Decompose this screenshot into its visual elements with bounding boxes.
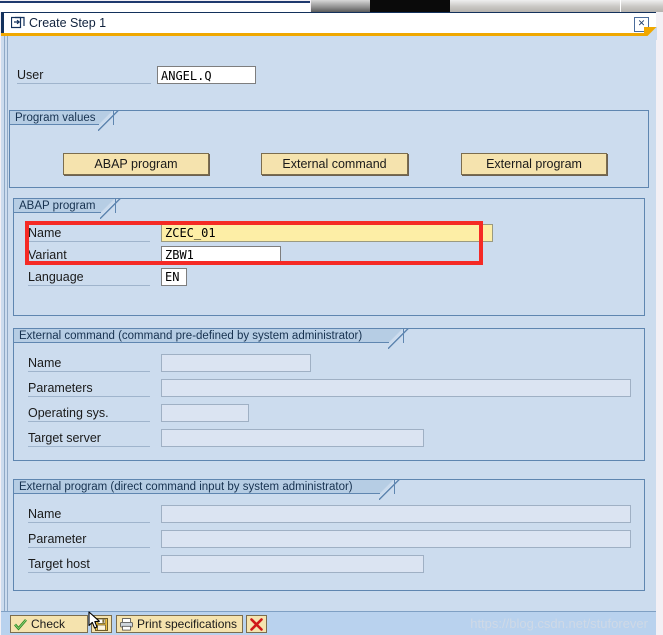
left-rail-inner: [4, 36, 5, 611]
external-command-title: External command (command pre-defined by…: [13, 328, 389, 343]
program-values-title-tail: [98, 110, 119, 131]
extprog-parameter-row: Parameter: [28, 530, 638, 549]
extprog-name-input[interactable]: [161, 505, 631, 523]
extcmd-operating-sys-label: Operating sys.: [28, 406, 150, 422]
cancel-button[interactable]: [246, 615, 267, 633]
strip-dark-block: [370, 0, 450, 12]
strip-tab-a: [450, 0, 560, 12]
abap-variant-input[interactable]: ZBW1: [161, 246, 281, 264]
user-input[interactable]: ANGEL.Q: [157, 66, 256, 84]
parent-window-strip: [0, 0, 663, 12]
extprog-target-host-input[interactable]: [161, 555, 424, 573]
extprog-name-label: Name: [28, 507, 150, 523]
extcmd-operating-sys-input[interactable]: [161, 404, 249, 422]
printer-icon: [120, 618, 133, 631]
abap-name-input[interactable]: ZCEC_01: [161, 224, 493, 242]
dialog-titlebar: Create Step 1 ✕: [1, 12, 656, 33]
extcmd-parameters-input[interactable]: [161, 379, 631, 397]
save-button[interactable]: [91, 615, 112, 633]
abap-name-label: Name: [28, 226, 150, 242]
red-x-icon: [250, 618, 263, 631]
extcmd-parameters-label: Parameters: [28, 381, 150, 397]
extcmd-name-input[interactable]: [161, 354, 311, 372]
check-button-label: Check: [31, 617, 66, 631]
program-values-group: Program values ABAP program External com…: [9, 110, 649, 188]
extprog-parameter-label: Parameter: [28, 532, 150, 548]
abap-variant-label: Variant: [28, 248, 150, 264]
green-check-icon: [14, 618, 27, 631]
extcmd-target-server-row: Target server: [28, 429, 628, 448]
dialog-client-area: User ANGEL.Q Program values ABAP program…: [1, 36, 656, 611]
abap-name-row: Name ZCEC_01: [28, 224, 628, 243]
abap-language-label: Language: [28, 270, 150, 286]
extcmd-target-server-label: Target server: [28, 431, 150, 447]
extprog-name-row: Name: [28, 505, 638, 524]
window-restore-icon: [10, 16, 25, 29]
external-command-title-tail: [388, 328, 409, 349]
abap-program-title: ABAP program: [13, 198, 101, 213]
extcmd-target-server-input[interactable]: [161, 429, 424, 447]
abap-program-button[interactable]: ABAP program: [63, 153, 209, 175]
external-program-title: External program (direct command input b…: [13, 479, 380, 494]
strip-white-left: [0, 3, 310, 12]
abap-program-title-tail: [100, 198, 121, 219]
external-program-title-tail: [379, 479, 400, 500]
dialog-toolbar: Check Print specifications https://blog.…: [1, 611, 656, 635]
external-program-group: External program (direct command input b…: [13, 479, 645, 591]
extprog-target-host-row: Target host: [28, 555, 628, 574]
print-specifications-label: Print specifications: [137, 617, 238, 631]
watermark-text: https://blog.csdn.net/stuforever: [470, 616, 648, 631]
create-step-dialog: Create Step 1 ✕ User ANGEL.Q Program val…: [1, 12, 657, 635]
user-row: User ANGEL.Q: [9, 66, 329, 86]
program-values-title: Program values: [9, 110, 99, 125]
abap-program-group: ABAP program Name ZCEC_01 Variant ZBW1 L…: [13, 198, 645, 316]
strip-tab-b: [560, 0, 620, 12]
extprog-target-host-label: Target host: [28, 557, 150, 573]
abap-language-input[interactable]: EN: [161, 268, 187, 286]
extcmd-name-row: Name: [28, 354, 628, 373]
abap-variant-row: Variant ZBW1: [28, 246, 628, 265]
external-program-button[interactable]: External program: [461, 153, 607, 175]
user-label: User: [17, 68, 151, 84]
floppy-save-icon: [95, 618, 108, 631]
dialog-title: Create Step 1: [29, 16, 107, 30]
strip-tab-c: [621, 0, 663, 12]
external-command-group: External command (command pre-defined by…: [13, 328, 645, 461]
external-command-button[interactable]: External command: [261, 153, 408, 175]
extcmd-parameters-row: Parameters: [28, 379, 638, 398]
extcmd-name-label: Name: [28, 356, 150, 372]
check-button[interactable]: Check: [10, 615, 88, 633]
extcmd-operating-sys-row: Operating sys.: [28, 404, 628, 423]
extprog-parameter-input[interactable]: [161, 530, 631, 548]
abap-language-row: Language EN: [28, 268, 628, 287]
print-specifications-button[interactable]: Print specifications: [116, 615, 243, 633]
